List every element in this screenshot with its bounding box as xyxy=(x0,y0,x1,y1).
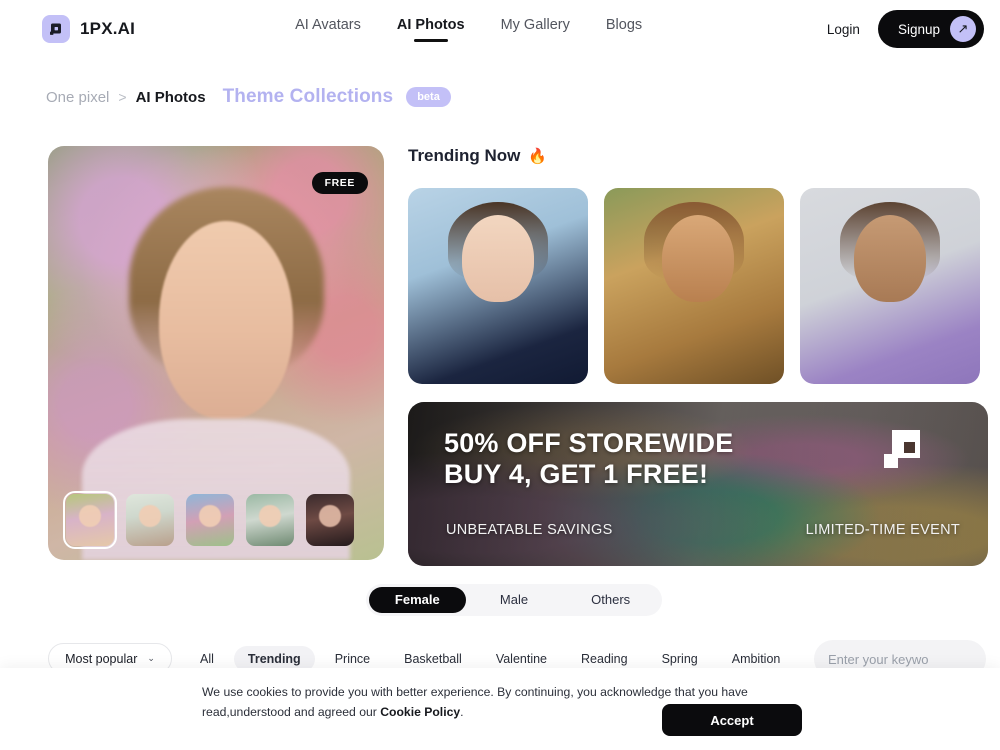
arrow-up-right-icon: ↗ xyxy=(950,16,976,42)
flame-icon: 🔥 xyxy=(528,148,548,165)
signup-label: Signup xyxy=(897,21,940,37)
brand-logo-link[interactable]: 1PX.AI xyxy=(42,15,135,43)
main-nav: AI Avatars AI Photos My Gallery Blogs xyxy=(295,17,642,42)
login-link[interactable]: Login xyxy=(827,22,860,37)
site-header: 1PX.AI AI Avatars AI Photos My Gallery B… xyxy=(0,0,1000,58)
promo-banner[interactable]: 50% OFF STOREWIDE BUY 4, GET 1 FREE! UNB… xyxy=(408,402,988,566)
hero-thumbnail-2[interactable] xyxy=(126,494,174,546)
accept-cookies-button[interactable]: Accept xyxy=(662,704,802,736)
cookie-text-end: . xyxy=(460,705,464,720)
app-logo-icon xyxy=(42,15,70,43)
brand-name: 1PX.AI xyxy=(80,19,136,38)
sort-dropdown-value: Most popular xyxy=(65,651,138,666)
card-decor-face xyxy=(661,215,734,302)
promo-headline-line2: BUY 4, GET 1 FREE! xyxy=(444,459,709,490)
chevron-down-icon: ⌄ xyxy=(147,653,155,663)
promo-subtext-left: UNBEATABLE SAVINGS xyxy=(446,522,613,538)
hero-image-card[interactable]: FREE xyxy=(48,146,384,560)
trending-cards-row xyxy=(408,188,980,384)
breadcrumb-current[interactable]: AI Photos xyxy=(136,89,206,106)
nav-item-ai-avatars[interactable]: AI Avatars xyxy=(295,17,361,42)
signup-button[interactable]: Signup ↗ xyxy=(877,10,984,48)
card-decor-face xyxy=(462,215,534,302)
nav-item-my-gallery[interactable]: My Gallery xyxy=(501,17,570,42)
page-root: 1PX.AI AI Avatars AI Photos My Gallery B… xyxy=(0,0,1000,750)
gender-option-others[interactable]: Others xyxy=(562,587,659,613)
trending-title-text: Trending Now xyxy=(408,146,521,165)
promo-logo-mark-icon xyxy=(882,428,930,481)
hero-thumbnail-4[interactable] xyxy=(246,494,294,546)
cookie-policy-link[interactable]: Cookie Policy xyxy=(380,705,460,719)
nav-item-blogs[interactable]: Blogs xyxy=(606,17,642,42)
promo-subtext-right: LIMITED-TIME EVENT xyxy=(805,522,960,538)
cookie-banner: We use cookies to provide you with bette… xyxy=(0,668,1000,750)
header-actions: Login Signup ↗ xyxy=(827,10,984,48)
hero-thumbnail-strip xyxy=(63,491,354,549)
breadcrumb-root[interactable]: One pixel xyxy=(46,89,109,106)
trending-card-golden[interactable] xyxy=(604,188,784,384)
breadcrumb-separator-icon: > xyxy=(118,89,127,105)
trending-card-lilac[interactable] xyxy=(800,188,980,384)
gender-option-female[interactable]: Female xyxy=(369,587,466,613)
promo-headline: 50% OFF STOREWIDE BUY 4, GET 1 FREE! xyxy=(444,428,733,491)
nav-item-ai-photos[interactable]: AI Photos xyxy=(397,17,465,42)
card-decor-face xyxy=(854,215,926,302)
breadcrumb: One pixel > AI Photos Theme Collections … xyxy=(46,86,451,108)
hero-thumbnail-3[interactable] xyxy=(186,494,234,546)
gender-toggle: Female Male Others xyxy=(366,584,662,616)
hero-decor-face xyxy=(158,220,294,420)
beta-badge: beta xyxy=(406,87,451,107)
trending-card-blue[interactable] xyxy=(408,188,588,384)
free-badge: FREE xyxy=(311,172,368,194)
page-title: Theme Collections xyxy=(222,86,394,107)
promo-headline-line1: 50% OFF STOREWIDE xyxy=(444,428,734,458)
hero-thumbnail-5[interactable] xyxy=(306,494,354,546)
gender-option-male[interactable]: Male xyxy=(466,587,563,613)
search-input[interactable] xyxy=(828,651,1000,667)
hero-thumbnail-1[interactable] xyxy=(63,491,117,549)
trending-section-title: Trending Now 🔥 xyxy=(408,146,547,166)
